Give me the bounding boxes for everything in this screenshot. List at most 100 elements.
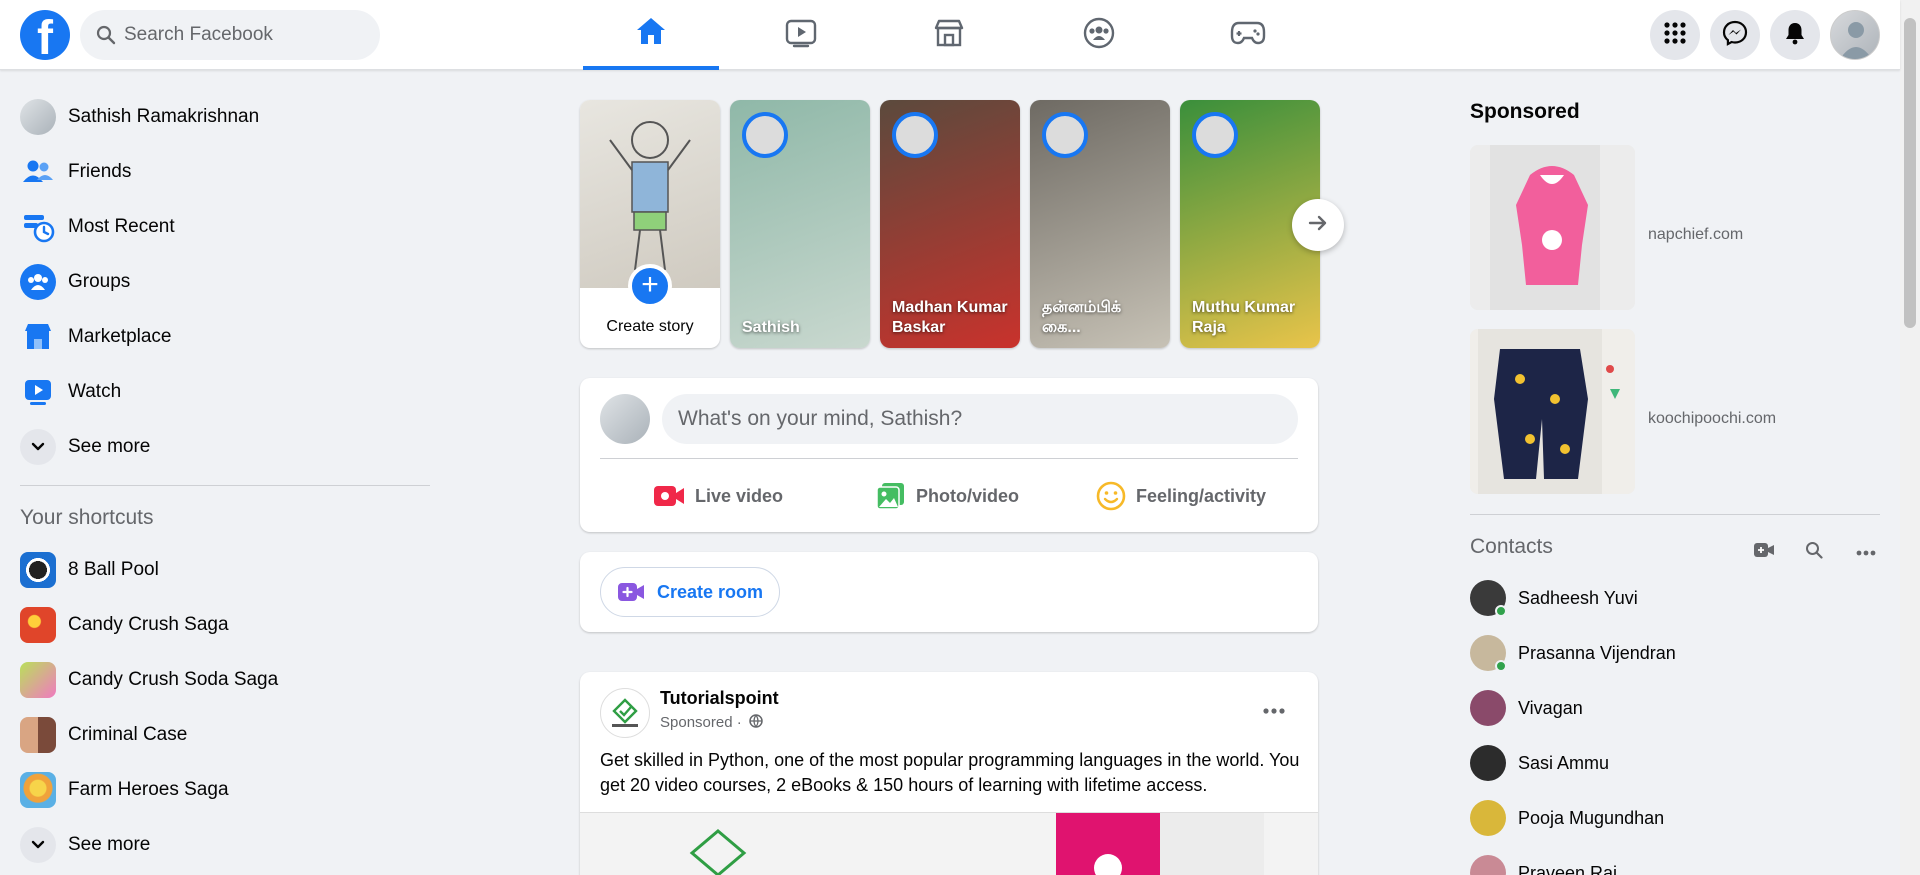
shortcut-label: See more: [68, 834, 151, 855]
sidebar-item-marketplace[interactable]: Marketplace: [20, 313, 430, 361]
story-author-name: தன்னம்பிக் கை...: [1042, 299, 1122, 336]
photo-video-button[interactable]: Photo/video: [876, 472, 1019, 520]
live-video-button[interactable]: Live video: [653, 472, 783, 520]
contact-avatar: [1470, 690, 1506, 726]
live-video-icon: [653, 483, 685, 509]
search-contacts-button[interactable]: [1796, 534, 1832, 570]
chevron-down-icon: [20, 827, 56, 863]
contact-item[interactable]: Sadheesh Yuvi: [1470, 574, 1880, 622]
more-horizontal-icon: [1263, 701, 1285, 719]
create-story-card[interactable]: + Create story: [580, 100, 720, 348]
shortcuts-see-more[interactable]: See more: [20, 821, 430, 869]
ad-image[interactable]: [1470, 145, 1635, 310]
shortcut-label: Criminal Case: [68, 724, 188, 745]
store-icon: [933, 18, 965, 53]
tab-gaming[interactable]: [1180, 0, 1316, 70]
shortcuts-heading: Your shortcuts: [20, 506, 154, 529]
search-box[interactable]: [80, 10, 380, 60]
ad-domain[interactable]: koochipoochi.com: [1648, 410, 1776, 428]
facebook-logo-letter: f: [37, 12, 53, 65]
globe-icon: [749, 714, 763, 732]
contact-name: Vivagan: [1518, 697, 1583, 718]
post-page-name[interactable]: Tutorialspoint: [660, 688, 779, 709]
contact-item[interactable]: Prasanna Vijendran: [1470, 629, 1880, 677]
sidebar-item-friends[interactable]: Friends: [20, 148, 430, 196]
groups-icon: [20, 264, 56, 300]
contact-item[interactable]: Praveen Raj: [1470, 849, 1880, 875]
top-navigation-bar: f: [0, 0, 1900, 70]
online-indicator: [1495, 660, 1507, 672]
shortcut-candy-crush-soda-saga[interactable]: Candy Crush Soda Saga: [20, 656, 430, 704]
contact-item[interactable]: Sasi Ammu: [1470, 739, 1880, 787]
contact-item[interactable]: Pooja Mugundhan: [1470, 794, 1880, 842]
shortcut-criminal-case[interactable]: Criminal Case: [20, 711, 430, 759]
ad-domain[interactable]: napchief.com: [1648, 226, 1743, 244]
contact-item[interactable]: Vivagan: [1470, 684, 1880, 732]
story-avatar: [892, 112, 938, 158]
rooms-card: Create room: [580, 552, 1318, 632]
shortcut-8-ball-pool[interactable]: 8 Ball Pool: [20, 546, 430, 594]
sidebar-item-label: Watch: [68, 381, 122, 402]
criminal-case-icon: [20, 717, 56, 753]
create-room-label: Create room: [657, 581, 764, 602]
menu-grid-icon: [1663, 21, 1687, 50]
contacts-options-button[interactable]: [1848, 534, 1884, 570]
page-avatar[interactable]: [600, 688, 650, 738]
messenger-button[interactable]: [1710, 10, 1760, 60]
sidebar-item-label: Groups: [68, 271, 131, 292]
post-options-button[interactable]: [1254, 690, 1294, 730]
story-author-name: Sathish: [742, 319, 800, 336]
plus-icon[interactable]: +: [628, 264, 672, 308]
video-camera-plus-icon: [1753, 542, 1775, 563]
live-video-label: Live video: [695, 485, 784, 506]
story-card[interactable]: Sathish: [730, 100, 870, 348]
page-scrollbar[interactable]: [1900, 0, 1920, 875]
feeling-activity-button[interactable]: Feeling/activity: [1096, 472, 1266, 520]
candy-crush-soda-saga-icon: [20, 662, 56, 698]
tab-watch[interactable]: [733, 0, 869, 70]
chevron-down-icon: [20, 429, 56, 465]
profile-avatar[interactable]: [600, 394, 650, 444]
profile-avatar: [20, 99, 56, 135]
search-input[interactable]: [124, 10, 364, 60]
scrollbar-thumb[interactable]: [1904, 18, 1916, 328]
story-author-name: Muthu Kumar Raja: [1192, 299, 1296, 336]
story-author-name: Madhan Kumar Baskar: [892, 299, 1008, 336]
notifications-button[interactable]: [1770, 10, 1820, 60]
contact-avatar: [1470, 635, 1507, 672]
sidebar-item-watch[interactable]: Watch: [20, 368, 430, 416]
post-media[interactable]: [580, 812, 1318, 875]
story-card[interactable]: Madhan Kumar Baskar: [880, 100, 1020, 348]
story-card[interactable]: தன்னம்பிக் கை...: [1030, 100, 1170, 348]
feeling-activity-label: Feeling/activity: [1136, 485, 1267, 506]
sidebar-see-more[interactable]: See more: [20, 423, 430, 471]
create-story-label: Create story: [606, 318, 694, 335]
menu-button[interactable]: [1650, 10, 1700, 60]
bell-icon: [1784, 21, 1806, 50]
post-body-text: Get skilled in Python, one of the most p…: [600, 750, 1300, 795]
sidebar-item-most-recent[interactable]: Most Recent: [20, 203, 430, 251]
contact-name: Pooja Mugundhan: [1518, 807, 1665, 828]
contact-avatar: [1470, 745, 1506, 781]
profile-avatar[interactable]: [1830, 10, 1880, 60]
stories-next-button[interactable]: [1292, 199, 1344, 251]
sidebar-item-groups[interactable]: Groups: [20, 258, 430, 306]
sidebar-item-label: Most Recent: [68, 216, 175, 237]
sponsored-heading: Sponsored: [1470, 100, 1580, 123]
tab-groups[interactable]: [1031, 0, 1167, 70]
new-room-button[interactable]: [1746, 534, 1782, 570]
facebook-logo[interactable]: f: [20, 10, 70, 64]
ad-image[interactable]: [1470, 329, 1635, 494]
right-divider: [1470, 514, 1880, 515]
tab-home[interactable]: [583, 0, 719, 70]
shortcut-farm-heroes-saga[interactable]: Farm Heroes Saga: [20, 766, 430, 814]
create-room-button[interactable]: Create room: [600, 567, 781, 617]
shortcut-candy-crush-saga[interactable]: Candy Crush Saga: [20, 601, 430, 649]
sidebar-item-profile[interactable]: Sathish Ramakrishnan: [20, 93, 430, 141]
composer-divider: [600, 458, 1298, 459]
sidebar-item-label: See more: [68, 436, 151, 457]
tab-marketplace[interactable]: [881, 0, 1017, 70]
online-indicator: [1495, 605, 1507, 617]
story-avatar: [742, 112, 788, 158]
composer-input[interactable]: What's on your mind, Sathish?: [662, 394, 1298, 444]
